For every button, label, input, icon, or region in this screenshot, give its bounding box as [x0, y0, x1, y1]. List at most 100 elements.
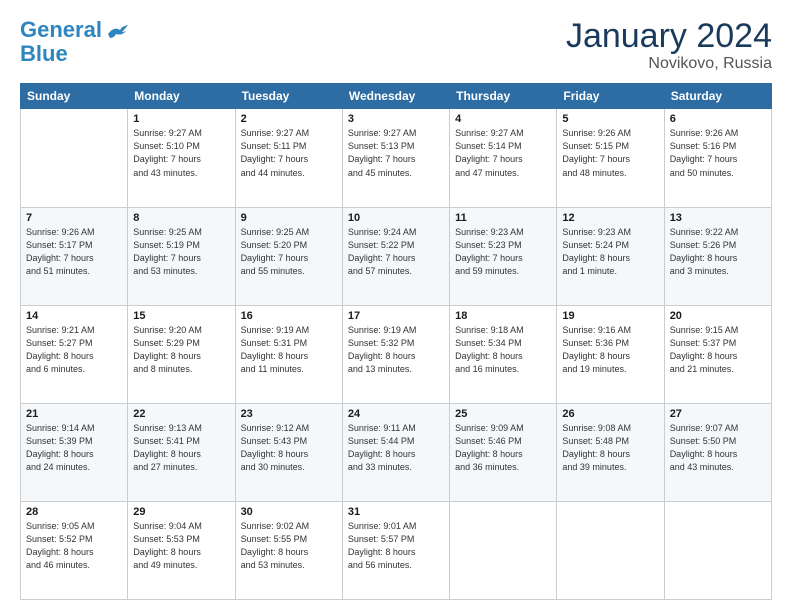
day-info: Sunrise: 9:18 AM Sunset: 5:34 PM Dayligh… [455, 324, 551, 376]
table-row: 24 Sunrise: 9:11 AM Sunset: 5:44 PM Dayli… [342, 403, 449, 501]
day-info: Sunrise: 9:11 AM Sunset: 5:44 PM Dayligh… [348, 422, 444, 474]
logo: General Blue [20, 18, 128, 66]
week-row-3: 21 Sunrise: 9:14 AM Sunset: 5:39 PM Dayli… [21, 403, 772, 501]
table-row: 8Sunrise: 9:25 AM Sunset: 5:19 PM Daylig… [128, 207, 235, 305]
table-row: 27 Sunrise: 9:07 AM Sunset: 5:50 PM Dayli… [664, 403, 771, 501]
week-row-1: 7 Sunrise: 9:26 AM Sunset: 5:17 PM Daylig… [21, 207, 772, 305]
table-row: 29 Sunrise: 9:04 AM Sunset: 5:53 PM Dayli… [128, 501, 235, 599]
day-info: Sunrise: 9:27 AM Sunset: 5:13 PM Dayligh… [348, 127, 444, 179]
table-row: 17 Sunrise: 9:19 AM Sunset: 5:32 PM Dayli… [342, 305, 449, 403]
header-saturday: Saturday [664, 84, 771, 109]
day-info: Sunrise: 9:23 AM Sunset: 5:23 PM Dayligh… [455, 226, 551, 278]
day-number: 31 [348, 506, 444, 518]
day-number: 27 [670, 408, 766, 420]
page: General Blue January 2024 Novikovo, Russ… [0, 0, 792, 612]
day-info: Sunrise: 9:20 AM Sunset: 5:29 PM Dayligh… [133, 324, 229, 376]
table-row: 7 Sunrise: 9:26 AM Sunset: 5:17 PM Daylig… [21, 207, 128, 305]
table-row: 28Sunrise: 9:05 AM Sunset: 5:52 PM Dayli… [21, 501, 128, 599]
day-number: 18 [455, 310, 551, 322]
day-info: Sunrise: 9:08 AM Sunset: 5:48 PM Dayligh… [562, 422, 658, 474]
day-number: 11 [455, 212, 551, 224]
table-row [21, 109, 128, 207]
day-number: 24 [348, 408, 444, 420]
week-row-2: 14Sunrise: 9:21 AM Sunset: 5:27 PM Dayli… [21, 305, 772, 403]
day-info: Sunrise: 9:15 AM Sunset: 5:37 PM Dayligh… [670, 324, 766, 376]
table-row [557, 501, 664, 599]
day-number: 22 [133, 408, 229, 420]
table-row: 25Sunrise: 9:09 AM Sunset: 5:46 PM Dayli… [450, 403, 557, 501]
day-info: Sunrise: 9:27 AM Sunset: 5:11 PM Dayligh… [241, 127, 337, 179]
table-row: 15 Sunrise: 9:20 AM Sunset: 5:29 PM Dayli… [128, 305, 235, 403]
header-row: Sunday Monday Tuesday Wednesday Thursday… [21, 84, 772, 109]
header-wednesday: Wednesday [342, 84, 449, 109]
day-info: Sunrise: 9:19 AM Sunset: 5:32 PM Dayligh… [348, 324, 444, 376]
header-thursday: Thursday [450, 84, 557, 109]
table-row: 3 Sunrise: 9:27 AM Sunset: 5:13 PM Daylig… [342, 109, 449, 207]
day-number: 26 [562, 408, 658, 420]
table-row [664, 501, 771, 599]
table-row: 4Sunrise: 9:27 AM Sunset: 5:14 PM Daylig… [450, 109, 557, 207]
table-row: 20 Sunrise: 9:15 AM Sunset: 5:37 PM Dayli… [664, 305, 771, 403]
table-row: 31 Sunrise: 9:01 AM Sunset: 5:57 PM Dayli… [342, 501, 449, 599]
day-info: Sunrise: 9:26 AM Sunset: 5:16 PM Dayligh… [670, 127, 766, 179]
day-number: 5 [562, 113, 658, 125]
day-number: 19 [562, 310, 658, 322]
week-row-0: 1 Sunrise: 9:27 AM Sunset: 5:10 PM Daylig… [21, 109, 772, 207]
table-row: 19 Sunrise: 9:16 AM Sunset: 5:36 PM Dayli… [557, 305, 664, 403]
day-number: 13 [670, 212, 766, 224]
day-info: Sunrise: 9:27 AM Sunset: 5:10 PM Dayligh… [133, 127, 229, 179]
day-info: Sunrise: 9:16 AM Sunset: 5:36 PM Dayligh… [562, 324, 658, 376]
table-row: 18 Sunrise: 9:18 AM Sunset: 5:34 PM Dayli… [450, 305, 557, 403]
day-number: 15 [133, 310, 229, 322]
table-row: 16Sunrise: 9:19 AM Sunset: 5:31 PM Dayli… [235, 305, 342, 403]
table-row: 13 Sunrise: 9:22 AM Sunset: 5:26 PM Dayli… [664, 207, 771, 305]
table-row: 5 Sunrise: 9:26 AM Sunset: 5:15 PM Daylig… [557, 109, 664, 207]
day-number: 4 [455, 113, 551, 125]
day-number: 6 [670, 113, 766, 125]
calendar-table: Sunday Monday Tuesday Wednesday Thursday… [20, 83, 772, 600]
day-number: 3 [348, 113, 444, 125]
day-number: 1 [133, 113, 229, 125]
table-row: 22Sunrise: 9:13 AM Sunset: 5:41 PM Dayli… [128, 403, 235, 501]
title-block: January 2024 Novikovo, Russia [566, 18, 772, 73]
table-row: 9Sunrise: 9:25 AM Sunset: 5:20 PM Daylig… [235, 207, 342, 305]
table-row: 26 Sunrise: 9:08 AM Sunset: 5:48 PM Dayli… [557, 403, 664, 501]
day-info: Sunrise: 9:24 AM Sunset: 5:22 PM Dayligh… [348, 226, 444, 278]
day-number: 17 [348, 310, 444, 322]
day-info: Sunrise: 9:23 AM Sunset: 5:24 PM Dayligh… [562, 226, 658, 278]
day-number: 21 [26, 408, 122, 420]
day-number: 2 [241, 113, 337, 125]
calendar-title: January 2024 [566, 18, 772, 55]
table-row: 10Sunrise: 9:24 AM Sunset: 5:22 PM Dayli… [342, 207, 449, 305]
day-info: Sunrise: 9:07 AM Sunset: 5:50 PM Dayligh… [670, 422, 766, 474]
table-row: 14Sunrise: 9:21 AM Sunset: 5:27 PM Dayli… [21, 305, 128, 403]
table-row: 23 Sunrise: 9:12 AM Sunset: 5:43 PM Dayli… [235, 403, 342, 501]
day-info: Sunrise: 9:14 AM Sunset: 5:39 PM Dayligh… [26, 422, 122, 474]
day-number: 29 [133, 506, 229, 518]
day-info: Sunrise: 9:04 AM Sunset: 5:53 PM Dayligh… [133, 520, 229, 572]
day-info: Sunrise: 9:02 AM Sunset: 5:55 PM Dayligh… [241, 520, 337, 572]
header-tuesday: Tuesday [235, 84, 342, 109]
table-row [450, 501, 557, 599]
day-info: Sunrise: 9:09 AM Sunset: 5:46 PM Dayligh… [455, 422, 551, 474]
day-info: Sunrise: 9:05 AM Sunset: 5:52 PM Dayligh… [26, 520, 122, 572]
header: General Blue January 2024 Novikovo, Russ… [20, 18, 772, 73]
day-info: Sunrise: 9:22 AM Sunset: 5:26 PM Dayligh… [670, 226, 766, 278]
day-number: 14 [26, 310, 122, 322]
day-number: 23 [241, 408, 337, 420]
table-row: 11 Sunrise: 9:23 AM Sunset: 5:23 PM Dayli… [450, 207, 557, 305]
day-number: 7 [26, 212, 122, 224]
table-row: 1 Sunrise: 9:27 AM Sunset: 5:10 PM Daylig… [128, 109, 235, 207]
day-number: 20 [670, 310, 766, 322]
day-info: Sunrise: 9:26 AM Sunset: 5:15 PM Dayligh… [562, 127, 658, 179]
table-row: 6 Sunrise: 9:26 AM Sunset: 5:16 PM Daylig… [664, 109, 771, 207]
table-row: 2 Sunrise: 9:27 AM Sunset: 5:11 PM Daylig… [235, 109, 342, 207]
day-info: Sunrise: 9:01 AM Sunset: 5:57 PM Dayligh… [348, 520, 444, 572]
day-info: Sunrise: 9:26 AM Sunset: 5:17 PM Dayligh… [26, 226, 122, 278]
header-monday: Monday [128, 84, 235, 109]
day-info: Sunrise: 9:12 AM Sunset: 5:43 PM Dayligh… [241, 422, 337, 474]
table-row: 30 Sunrise: 9:02 AM Sunset: 5:55 PM Dayli… [235, 501, 342, 599]
table-row: 12Sunrise: 9:23 AM Sunset: 5:24 PM Dayli… [557, 207, 664, 305]
day-number: 30 [241, 506, 337, 518]
logo-bird-icon [106, 24, 128, 42]
